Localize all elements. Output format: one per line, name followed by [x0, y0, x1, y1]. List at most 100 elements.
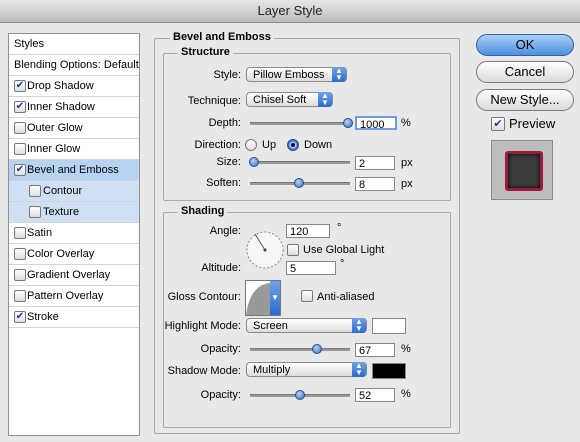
highlight-opacity-slider[interactable] [250, 348, 350, 351]
shadow-opacity-unit: % [401, 388, 411, 400]
depth-slider-knob[interactable] [343, 118, 353, 128]
preview-swatch [505, 151, 543, 191]
highlight-mode-popup[interactable]: Screen ▲ ▼ [246, 318, 367, 333]
sidebar-item-contour[interactable]: Contour [9, 181, 139, 202]
angle-field[interactable]: 120 [286, 224, 330, 238]
sidebar-item-bevel-emboss[interactable]: ✔ Bevel and Emboss [9, 160, 139, 181]
blending-options-label: Blending Options: Default [14, 59, 139, 71]
style-popup[interactable]: Pillow Emboss ▲ ▼ [246, 67, 347, 82]
use-global-light-label: Use Global Light [303, 244, 385, 256]
sidebar-item-label: Pattern Overlay [27, 290, 104, 302]
direction-down-radio[interactable] [287, 139, 299, 151]
bevel-emboss-checkbox[interactable]: ✔ [14, 164, 26, 176]
popup-arrows-icon: ▲ ▼ [332, 67, 346, 82]
depth-slider[interactable] [250, 122, 350, 125]
ok-button[interactable]: OK [476, 34, 574, 56]
stroke-checkbox[interactable]: ✔ [14, 311, 26, 323]
shadow-opacity-label: Opacity: [200, 389, 241, 401]
soften-label: Soften: [206, 177, 241, 189]
sidebar-item-label: Inner Shadow [27, 101, 95, 113]
technique-value: Chisel Soft [253, 94, 307, 106]
sidebar-item-label: Satin [27, 227, 53, 239]
popup-arrows-icon: ▲ ▼ [352, 318, 366, 333]
highlight-opacity-label: Opacity: [200, 343, 241, 355]
styles-list: Styles Blending Options: Default ✔ Drop S… [8, 33, 140, 436]
size-slider[interactable] [250, 161, 350, 164]
anti-aliased-label: Anti-aliased [317, 291, 375, 303]
satin-checkbox[interactable] [14, 227, 26, 239]
technique-label: Technique: [187, 95, 241, 107]
styles-header[interactable]: Styles [9, 34, 139, 55]
sidebar-item-label: Stroke [27, 311, 59, 323]
soften-unit: px [401, 178, 413, 190]
altitude-unit: ° [340, 258, 345, 270]
anti-aliased-checkbox[interactable] [301, 290, 313, 302]
inner-shadow-checkbox[interactable]: ✔ [14, 101, 26, 113]
size-slider-knob[interactable] [249, 157, 259, 167]
shadow-opacity-field[interactable]: 52 [355, 388, 395, 402]
size-label: Size: [216, 156, 241, 168]
gradient-overlay-checkbox[interactable] [14, 269, 26, 281]
technique-popup[interactable]: Chisel Soft ▲ ▼ [246, 92, 333, 107]
highlight-opacity-knob[interactable] [312, 344, 322, 354]
new-style-button[interactable]: New Style... [476, 89, 574, 111]
use-global-light-checkbox[interactable] [287, 244, 299, 256]
sidebar-item-satin[interactable]: Satin [9, 223, 139, 244]
sidebar-item-inner-shadow[interactable]: ✔ Inner Shadow [9, 97, 139, 118]
angle-label: Angle: [209, 225, 241, 237]
sidebar-item-gradient-overlay[interactable]: Gradient Overlay [9, 265, 139, 286]
sidebar-item-texture[interactable]: Texture [9, 202, 139, 223]
texture-checkbox[interactable] [29, 206, 41, 218]
style-label: Style: [213, 69, 241, 81]
soften-slider-knob[interactable] [294, 178, 304, 188]
direction-up-radio[interactable] [245, 139, 257, 151]
bevel-emboss-title: Bevel and Emboss [170, 31, 274, 43]
drop-shadow-checkbox[interactable]: ✔ [14, 80, 26, 92]
shadow-color-swatch[interactable] [372, 363, 406, 379]
sidebar-item-label: Bevel and Emboss [27, 164, 119, 176]
sidebar-item-stroke[interactable]: ✔ Stroke [9, 307, 139, 328]
size-field[interactable]: 2 [355, 156, 395, 170]
shadow-mode-label: Shadow Mode: [167, 365, 241, 377]
angle-unit: ° [337, 222, 342, 234]
sidebar-item-label: Drop Shadow [27, 80, 94, 92]
direction-up-label: Up [262, 139, 277, 151]
highlight-opacity-unit: % [401, 343, 411, 355]
size-unit: px [401, 157, 413, 169]
contour-curve-icon [246, 283, 270, 315]
soften-field[interactable]: 8 [355, 177, 395, 191]
gloss-contour-label: Gloss Contour: [167, 291, 241, 303]
highlight-opacity-field[interactable]: 67 [355, 343, 395, 357]
shadow-mode-popup[interactable]: Multiply ▲ ▼ [246, 362, 367, 377]
inner-glow-checkbox[interactable] [14, 143, 26, 155]
shading-title: Shading [178, 205, 228, 217]
highlight-mode-label: Highlight Mode: [164, 320, 241, 332]
preview-checkbox[interactable]: ✔ [491, 117, 505, 131]
pattern-overlay-checkbox[interactable] [14, 290, 26, 302]
color-overlay-checkbox[interactable] [14, 248, 26, 260]
altitude-field[interactable]: 5 [286, 261, 336, 275]
sidebar-item-drop-shadow[interactable]: ✔ Drop Shadow [9, 76, 139, 97]
sidebar-item-pattern-overlay[interactable]: Pattern Overlay [9, 286, 139, 307]
sidebar-item-label: Outer Glow [27, 122, 83, 134]
contour-dropdown-arrow-icon[interactable]: ▼ [270, 281, 280, 315]
popup-arrows-icon: ▲ ▼ [352, 362, 366, 377]
cancel-button[interactable]: Cancel [476, 61, 574, 83]
shadow-opacity-knob[interactable] [295, 390, 305, 400]
shadow-mode-value: Multiply [253, 364, 291, 376]
sidebar-item-color-overlay[interactable]: Color Overlay [9, 244, 139, 265]
blending-options-item[interactable]: Blending Options: Default [9, 55, 139, 76]
sidebar-item-outer-glow[interactable]: Outer Glow [9, 118, 139, 139]
preview-label: Preview [509, 116, 556, 131]
contour-checkbox[interactable] [29, 185, 41, 197]
popup-arrows-icon: ▲ ▼ [318, 92, 332, 107]
sidebar-item-label: Contour [43, 185, 83, 197]
outer-glow-checkbox[interactable] [14, 122, 26, 134]
sidebar-item-inner-glow[interactable]: Inner Glow [9, 139, 139, 160]
structure-title: Structure [178, 46, 233, 58]
depth-field[interactable]: 1000 [355, 116, 397, 131]
highlight-color-swatch[interactable] [372, 318, 406, 334]
window-title: Layer Style [0, 0, 580, 23]
angle-wheel[interactable] [245, 230, 285, 270]
gloss-contour-thumbnail[interactable]: ▼ [245, 280, 281, 316]
